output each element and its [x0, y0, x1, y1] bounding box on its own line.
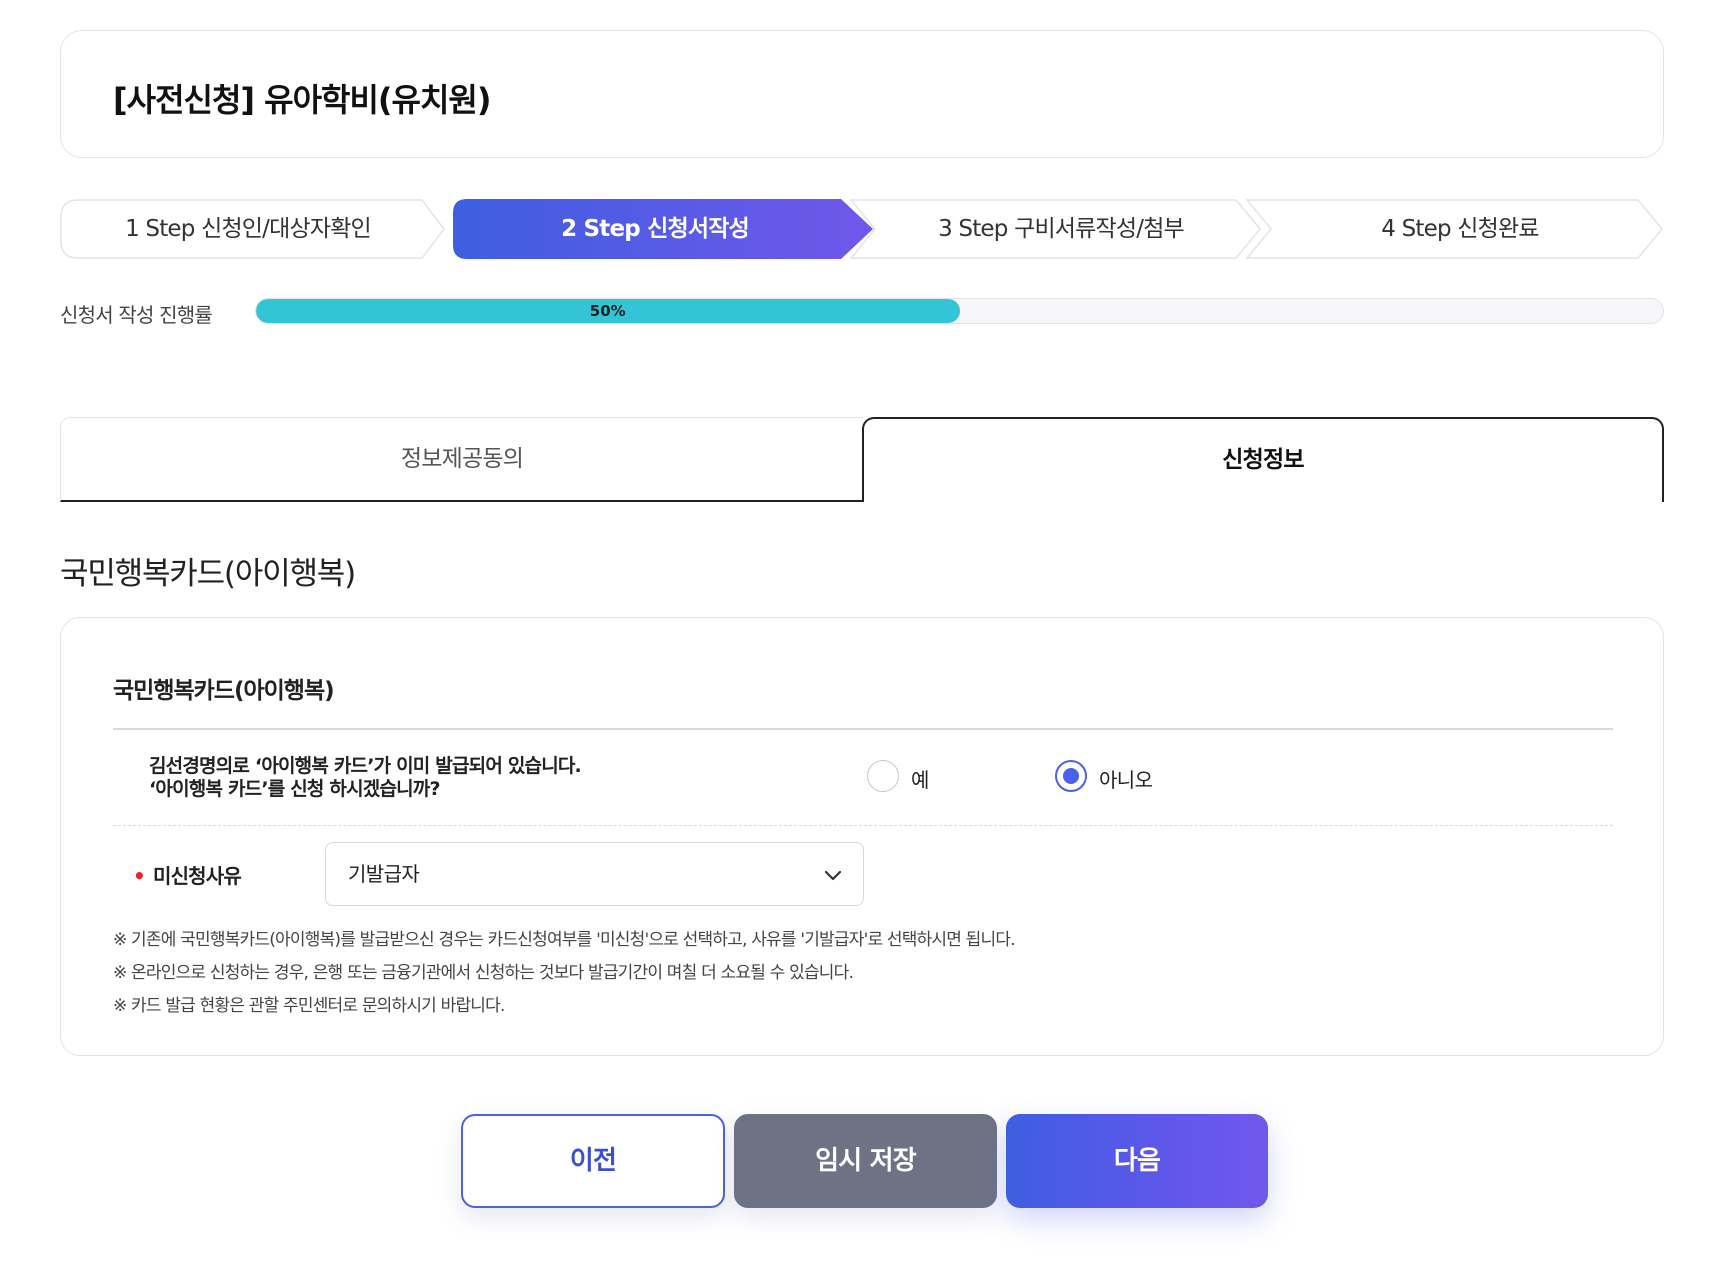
note-2: ※ 온라인으로 신청하는 경우, 은행 또는 금융기관에서 신청하는 것보다 발…: [113, 963, 854, 983]
step-4-label: 4 Step 신청완료: [1381, 216, 1539, 242]
step-3: 3 Step 구비서류작성/첨부: [850, 199, 1262, 259]
progress-bar: 50%: [255, 298, 1664, 324]
step-3-label: 3 Step 구비서류작성/첨부: [938, 216, 1185, 242]
form-tabs: 정보제공동의 신청정보: [60, 417, 1664, 502]
page-title: [사전신청] 유아학비(유치원): [113, 81, 491, 119]
reason-label-text: 미신청사유: [152, 864, 242, 888]
tab-info-consent[interactable]: 정보제공동의: [60, 417, 863, 502]
temp-save-button[interactable]: 임시 저장: [734, 1114, 997, 1208]
reason-label: • 미신청사유: [133, 860, 242, 889]
step-indicator: 1 Step 신청인/대상자확인 3 Step 구비서류작성/첨부 4 Step…: [60, 199, 1664, 259]
card-divider: [113, 728, 1613, 730]
step-4: 4 Step 신청완료: [1246, 199, 1664, 259]
progress-value: 50%: [589, 302, 626, 320]
dashed-divider: [113, 825, 1613, 826]
card-title: 국민행복카드(아이행복): [113, 678, 335, 704]
note-3: ※ 카드 발급 현황은 관할 주민센터로 문의하시기 바랍니다.: [113, 996, 505, 1016]
prev-button[interactable]: 이전: [461, 1114, 725, 1208]
question-line-1: 김선경명의로 ‘아이행복 카드’가 이미 발급되어 있습니다.: [149, 755, 582, 777]
step-2-label: 2 Step 신청서작성: [561, 216, 750, 242]
radio-no-label[interactable]: 아니오: [1099, 764, 1153, 793]
apply-radio-group: 예 아니오: [867, 760, 1267, 794]
tab-application-info[interactable]: 신청정보: [862, 417, 1664, 502]
radio-yes[interactable]: [867, 760, 899, 792]
reason-select-value: 기발급자: [348, 862, 420, 886]
reason-select[interactable]: 기발급자: [325, 842, 864, 906]
section-heading: 국민행복카드(아이행복): [60, 556, 356, 592]
required-dot: •: [133, 864, 146, 888]
notes: ※ 기존에 국민행복카드(아이행복)를 발급받으신 경우는 카드신청여부를 '미…: [113, 924, 1016, 1023]
next-button[interactable]: 다음: [1006, 1114, 1268, 1208]
card-section: 국민행복카드(아이행복) 김선경명의로 ‘아이행복 카드’가 이미 발급되어 있…: [60, 617, 1664, 1056]
question-line-2: ‘아이행복 카드’를 신청 하시겠습니까?: [149, 778, 441, 800]
chevron-down-icon: [824, 870, 842, 881]
page-title-box: [사전신청] 유아학비(유치원): [60, 30, 1664, 158]
step-1-label: 1 Step 신청인/대상자확인: [125, 216, 372, 242]
step-1: 1 Step 신청인/대상자확인: [60, 199, 446, 259]
progress-label: 신청서 작성 진행률: [60, 303, 213, 327]
step-2: 2 Step 신청서작성: [453, 199, 875, 259]
note-1: ※ 기존에 국민행복카드(아이행복)를 발급받으신 경우는 카드신청여부를 '미…: [113, 930, 1016, 950]
radio-yes-label[interactable]: 예: [911, 764, 929, 793]
radio-no[interactable]: [1055, 760, 1087, 792]
card-question: 김선경명의로 ‘아이행복 카드’가 이미 발급되어 있습니다. ‘아이행복 카드…: [149, 755, 582, 801]
progress-row: 신청서 작성 진행률 50%: [60, 297, 1664, 329]
